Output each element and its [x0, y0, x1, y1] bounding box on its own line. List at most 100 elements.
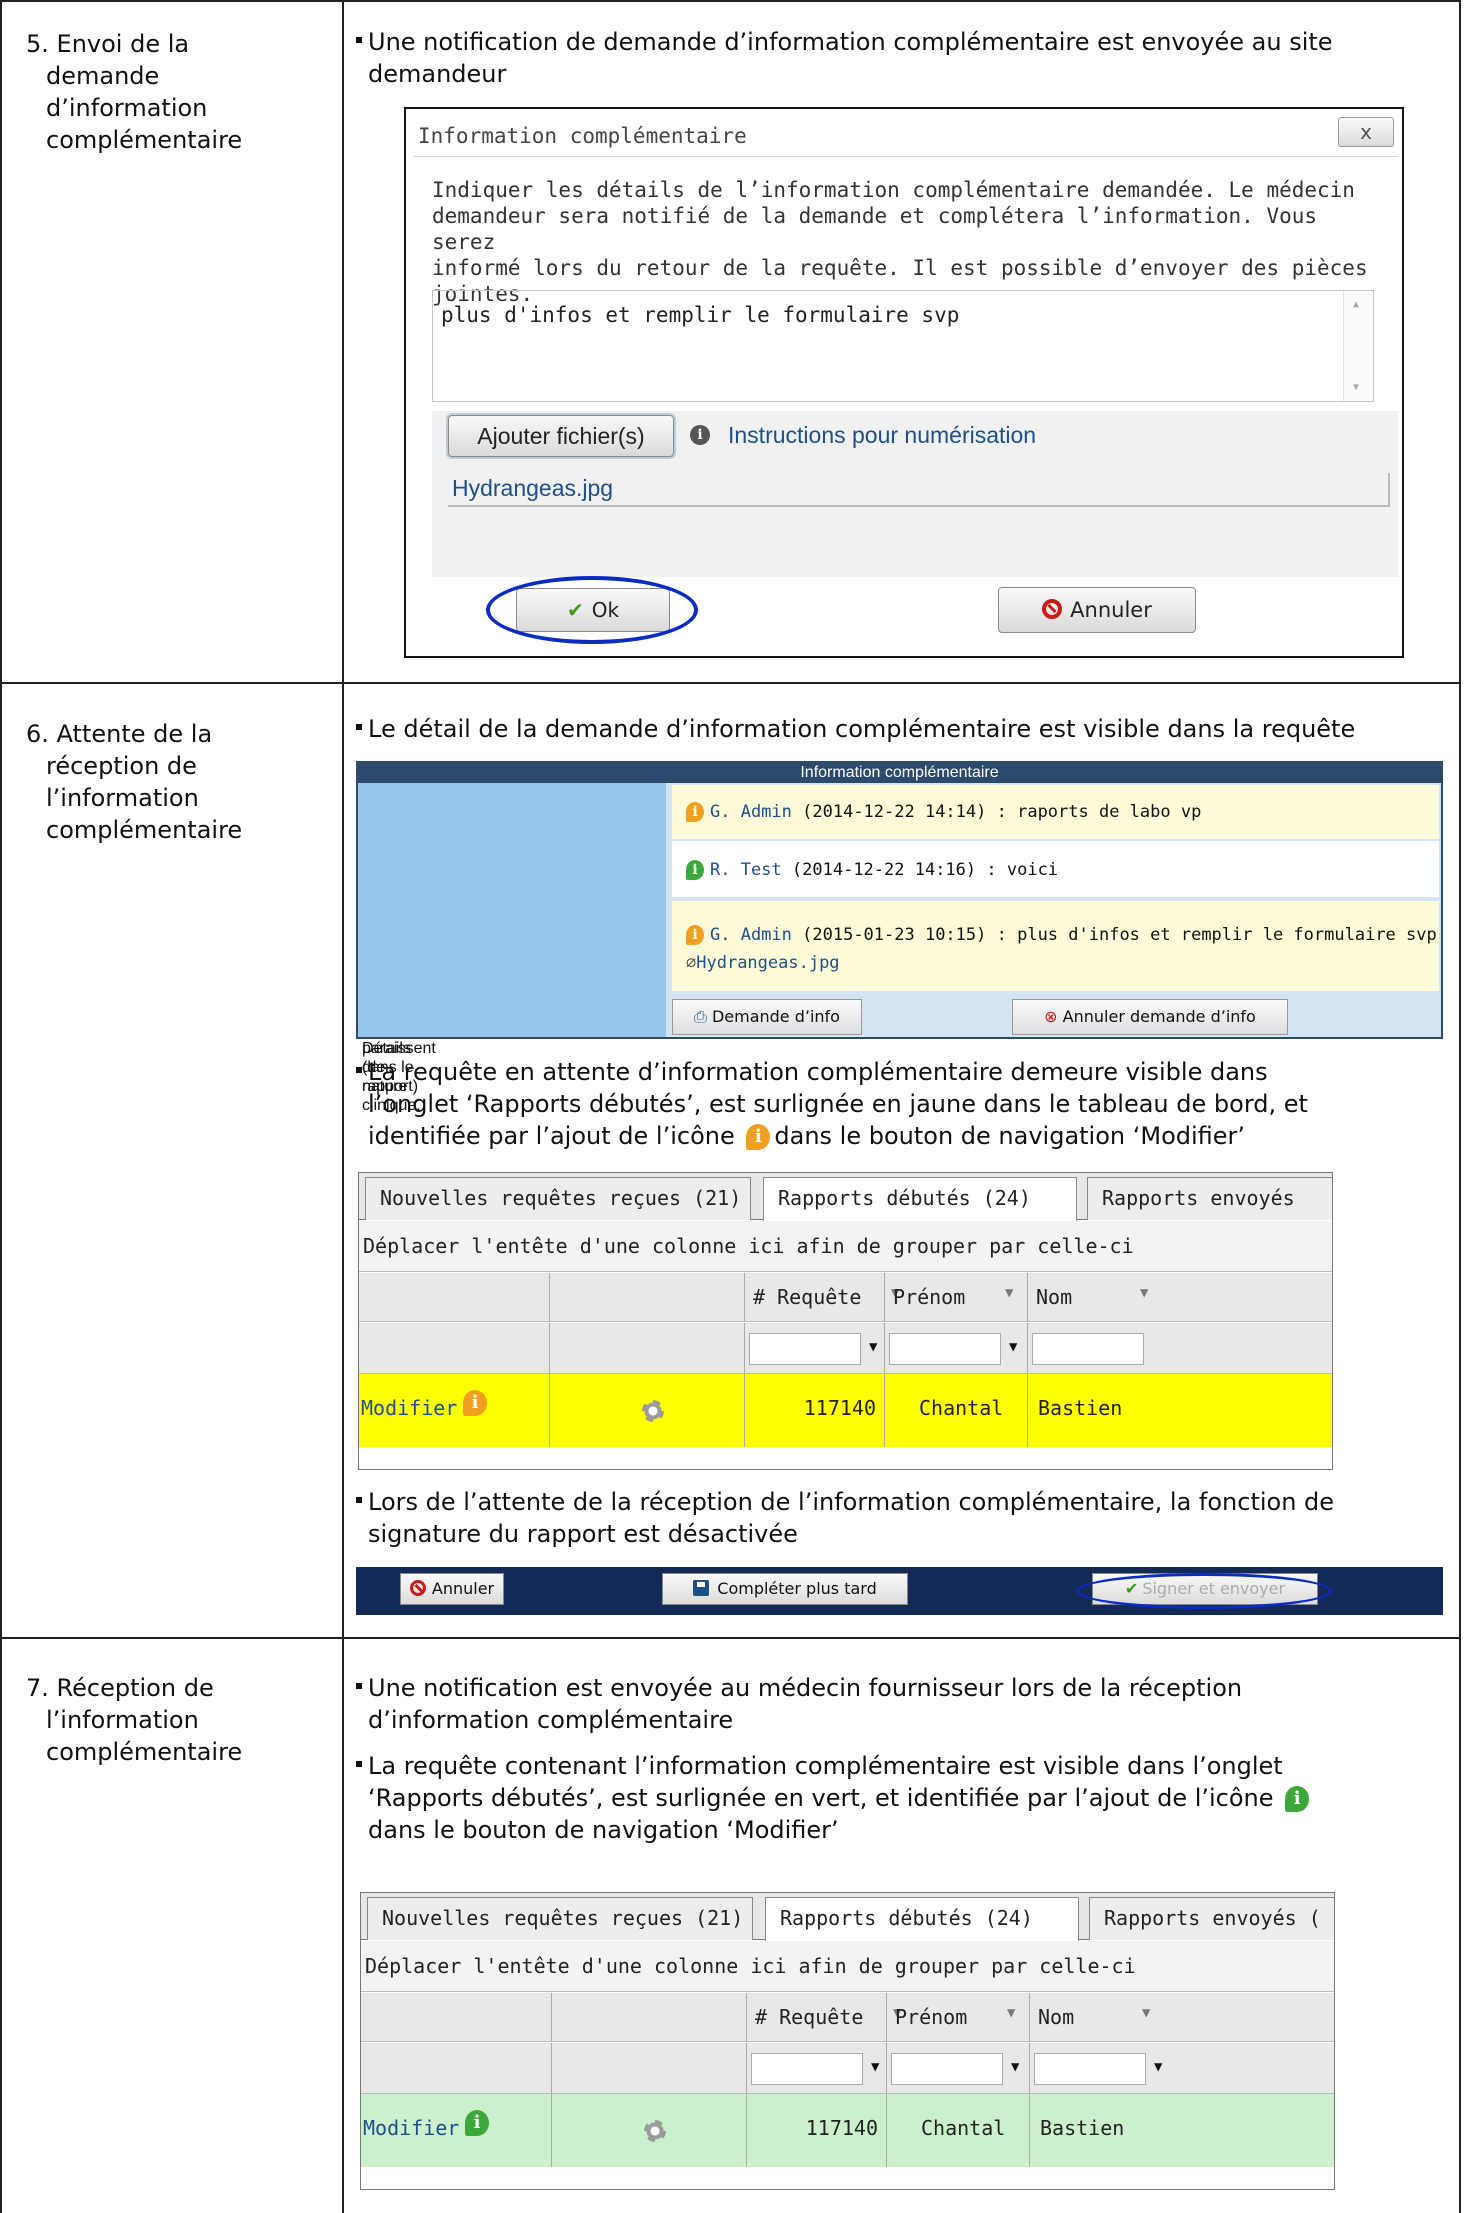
- header-row: # Requête ▼ Prénom ▼ Nom ▼: [359, 1273, 1332, 1322]
- table-border-top: [0, 0, 1461, 2]
- message-row: i G. Admin (2015-01-23 10:15) : plus d'in…: [672, 901, 1439, 991]
- filter-icon[interactable]: ▼: [871, 2059, 879, 2075]
- panel-title: Information complémentaire: [358, 763, 1441, 783]
- cancel-button[interactable]: Annuler: [400, 1573, 504, 1605]
- step-7-label: 7. Réception de l’information complément…: [26, 1674, 243, 1766]
- add-file-button[interactable]: Ajouter fichier(s): [448, 415, 674, 457]
- cancel-icon: [1042, 599, 1063, 619]
- green-info-icon: i: [465, 2110, 489, 2136]
- col-header-requete[interactable]: # Requête: [755, 2005, 863, 2029]
- filter-input[interactable]: [1032, 1333, 1144, 1365]
- cell-prenom: Chantal: [921, 2116, 1006, 2140]
- attachment-area: Ajouter fichier(s) i Instructions pour n…: [432, 411, 1398, 577]
- filter-icon[interactable]: ▼: [1007, 2005, 1015, 2021]
- orange-info-icon: i: [686, 802, 704, 822]
- highlight-oval: [486, 576, 698, 644]
- details-textarea[interactable]: plus d'infos et remplir le formulaire sv…: [432, 290, 1374, 402]
- details-label-cell: Détails (de nature clinique, paraissent d…: [358, 783, 666, 1114]
- filter-icon[interactable]: ▼: [1005, 1285, 1013, 1301]
- paperclip-icon: ⌀: [686, 953, 697, 973]
- table-row[interactable]: Modifier i 117140 Chantal Bastien: [359, 1374, 1332, 1447]
- col-header-prenom[interactable]: Prénom: [893, 1285, 965, 1309]
- filter-icon[interactable]: ▼: [869, 1339, 877, 1355]
- attached-file[interactable]: Hydrangeas.jpg: [448, 473, 1390, 507]
- cell-prenom: Chantal: [919, 1396, 1004, 1420]
- tab-new-requests[interactable]: Nouvelles requêtes reçues (21): [367, 1897, 753, 1940]
- col-header-requete[interactable]: # Requête: [753, 1285, 861, 1309]
- orange-info-icon: i: [746, 1124, 771, 1150]
- filter-row: ▼ ▼ ▼: [361, 2043, 1334, 2094]
- table-row[interactable]: Modifier i 117140 Chantal Bastien: [361, 2094, 1334, 2167]
- header-row: # Requête ▼ Prénom ▼ Nom ▼: [361, 1993, 1334, 2042]
- attachment-link[interactable]: Hydrangeas.jpg: [696, 953, 839, 973]
- gear-icon[interactable]: [644, 2120, 666, 2142]
- cell-nom: Bastien: [1040, 2116, 1125, 2140]
- complete-later-button[interactable]: Compléter plus tard: [662, 1573, 908, 1605]
- filter-input[interactable]: [751, 2053, 863, 2085]
- filter-icon[interactable]: ▼: [1011, 2059, 1019, 2075]
- modify-link[interactable]: Modifier: [363, 2116, 459, 2140]
- green-info-icon: i: [686, 860, 704, 880]
- col-header-prenom[interactable]: Prénom: [895, 2005, 967, 2029]
- cell-requete: 117140: [803, 1396, 876, 1420]
- step-6-label: 6. Attente de la réception de l’informat…: [26, 720, 243, 844]
- orange-info-icon: i: [463, 1390, 487, 1416]
- table-border-right: [1459, 0, 1461, 2213]
- cancel-button[interactable]: Annuler: [998, 587, 1196, 633]
- instructions-link[interactable]: Instructions pour numérisation: [728, 419, 1036, 451]
- document-table: 5. Envoi de la demande d’information com…: [0, 0, 1465, 2213]
- dialog-title: Information complémentaire: [414, 115, 1398, 157]
- message-row: i G. Admin (2014-12-22 14:14) : raports d…: [672, 785, 1439, 839]
- save-icon: [693, 1579, 710, 1596]
- modify-link[interactable]: Modifier: [361, 1396, 457, 1420]
- dashboard-grid-green: Nouvelles requêtes reçues (21) Rapports …: [360, 1892, 1335, 2190]
- cancel-icon: [409, 1579, 426, 1596]
- filter-icon[interactable]: ▼: [1009, 1339, 1017, 1355]
- green-info-icon: i: [1285, 1786, 1310, 1812]
- filter-icon[interactable]: ▼: [1140, 1285, 1148, 1301]
- row-divider: [0, 682, 1461, 684]
- tab-bar: Nouvelles requêtes reçues (21) Rapports …: [361, 1893, 1334, 1941]
- column-divider: [342, 0, 344, 2213]
- dialog-message: Indiquer les détails de l’information co…: [432, 178, 1368, 306]
- close-button[interactable]: x: [1338, 117, 1394, 147]
- filter-input[interactable]: [891, 2053, 1003, 2085]
- bullet-text: Une notification de demande d’informatio…: [356, 26, 1446, 90]
- table-border-left: [0, 0, 2, 2213]
- request-info-button[interactable]: ⎙ Demande d’info: [672, 999, 862, 1035]
- cell-requete: 117140: [805, 2116, 878, 2140]
- tab-sent-reports[interactable]: Rapports envoyés: [1087, 1177, 1332, 1220]
- tab-sent-reports[interactable]: Rapports envoyés (: [1089, 1897, 1334, 1940]
- step-5-label: 5. Envoi de la demande d’information com…: [26, 30, 243, 154]
- group-by-hint[interactable]: Déplacer l'entête d'une colonne ici afin…: [359, 1221, 1332, 1272]
- tab-started-reports[interactable]: Rapports débutés (24): [765, 1897, 1079, 1941]
- filter-input[interactable]: [749, 1333, 861, 1365]
- filter-input[interactable]: [889, 1333, 1001, 1365]
- tab-new-requests[interactable]: Nouvelles requêtes reçues (21): [365, 1177, 751, 1220]
- dashboard-grid-yellow: Nouvelles requêtes reçues (21) Rapports …: [358, 1172, 1333, 1470]
- action-bar: Annuler Compléter plus tard ✔ Signer et e…: [356, 1567, 1443, 1615]
- bullet-text: La requête contenant l’information compl…: [356, 1750, 1446, 1846]
- filter-icon[interactable]: ▼: [1142, 2005, 1150, 2021]
- textarea-scrollbar[interactable]: [1343, 291, 1373, 401]
- row-divider: [0, 1637, 1461, 1639]
- request-detail-panel: Information complémentaire Détails (de n…: [356, 761, 1443, 1114]
- group-by-hint[interactable]: Déplacer l'entête d'une colonne ici afin…: [361, 1941, 1334, 1992]
- gear-icon[interactable]: [642, 1400, 664, 1422]
- cell-nom: Bastien: [1038, 1396, 1123, 1420]
- bullet-text: Lors de l’attente de la réception de l’i…: [356, 1486, 1446, 1550]
- filter-row: ▼ ▼: [359, 1323, 1332, 1374]
- cancel-request-button[interactable]: ⊗ Annuler demande d’info: [1012, 999, 1288, 1035]
- orange-info-icon: i: [686, 925, 704, 945]
- tab-bar: Nouvelles requêtes reçues (21) Rapports …: [359, 1173, 1332, 1221]
- info-icon: i: [690, 425, 710, 445]
- bullet-text: Le détail de la demande d’information co…: [356, 713, 1446, 745]
- request-icon: ⎙: [694, 1007, 707, 1026]
- message-row: i R. Test (2014-12-22 14:16) : voici: [672, 841, 1439, 897]
- col-header-nom[interactable]: Nom: [1036, 1285, 1072, 1309]
- col-header-nom[interactable]: Nom: [1038, 2005, 1074, 2029]
- tab-started-reports[interactable]: Rapports débutés (24): [763, 1177, 1077, 1221]
- cancel-icon: ⊗: [1044, 1007, 1058, 1026]
- filter-icon[interactable]: ▼: [1154, 2059, 1162, 2075]
- filter-input[interactable]: [1034, 2053, 1146, 2085]
